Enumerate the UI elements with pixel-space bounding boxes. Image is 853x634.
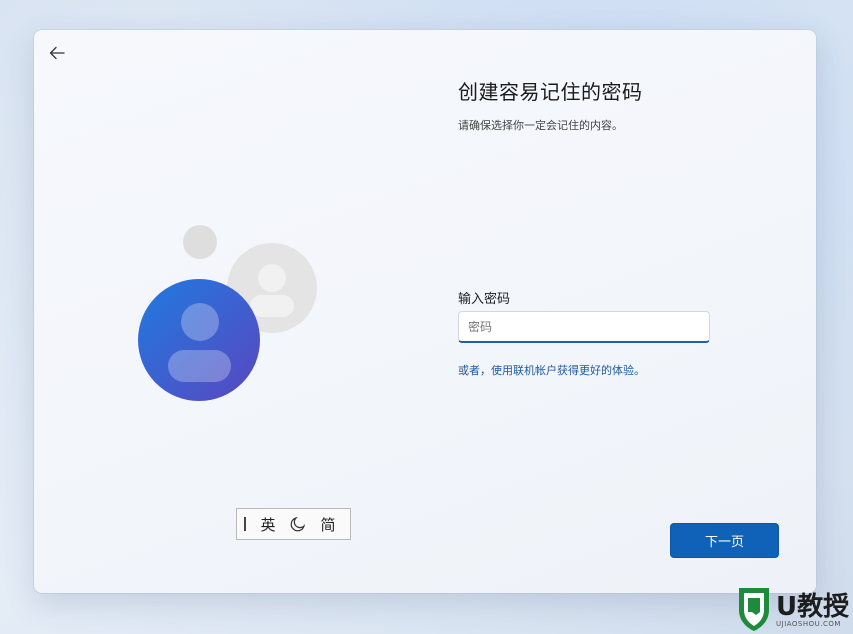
watermark-url: UJIAOSHOU.COM xyxy=(776,620,841,628)
next-button[interactable]: 下一页 xyxy=(670,523,779,558)
password-input[interactable] xyxy=(458,311,710,343)
shield-logo-icon xyxy=(739,588,769,631)
ime-charset-toggle[interactable]: 简 xyxy=(313,514,343,535)
back-arrow-icon xyxy=(49,46,65,60)
setup-dialog: 创建容易记住的密码 请确保选择你一定会记住的内容。 输入密码 或者，使用联机帐户… xyxy=(34,30,816,593)
ime-width-toggle[interactable] xyxy=(283,509,313,539)
page-subtitle: 请确保选择你一定会记住的内容。 xyxy=(458,119,623,132)
watermark-brand: U教授 xyxy=(776,592,850,622)
ime-language-toggle[interactable]: 英 xyxy=(253,514,283,535)
user-avatar-icon xyxy=(138,225,317,401)
page-title: 创建容易记住的密码 xyxy=(458,80,643,104)
back-button[interactable] xyxy=(44,40,70,66)
ime-toolbar: 英 简 xyxy=(236,508,351,540)
ime-drag-handle[interactable] xyxy=(237,509,253,539)
password-label: 输入密码 xyxy=(458,292,511,307)
online-account-link[interactable]: 或者，使用联机帐户获得更好的体验。 xyxy=(458,362,645,378)
half-width-moon-icon xyxy=(290,516,306,532)
watermark: U教授 UJIAOSHOU.COM xyxy=(736,584,853,634)
